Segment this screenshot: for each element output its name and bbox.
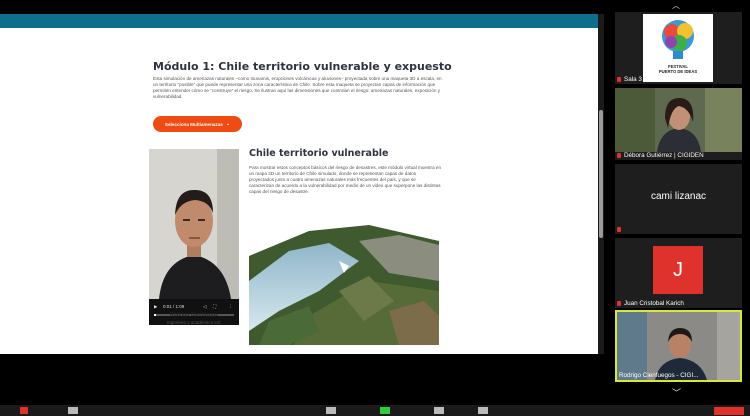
module-title: Módulo 1: Chile territorio vulnerable y … (153, 60, 452, 73)
presenter-image (149, 149, 239, 299)
video-frame (149, 149, 239, 299)
chevron-down-icon: ⌄ (225, 121, 231, 127)
scrollbar-thumb[interactable] (599, 110, 603, 238)
shared-screen: Módulo 1: Chile territorio vulnerable y … (0, 14, 598, 354)
participant-name: Sala 3 (624, 76, 642, 83)
mic-muted-icon (617, 227, 621, 232)
lightbulb-logo-icon (662, 20, 694, 59)
presenter-name: Rodrigo Cienfuegos (170, 312, 218, 318)
cta-label: Selecciona Multiamenazas (164, 121, 223, 127)
participants-icon[interactable] (326, 407, 336, 414)
mic-muted-icon (617, 301, 621, 306)
participant-tile-debora[interactable]: Débora Gutiérrez | CIGIDEN (615, 88, 742, 160)
participant-name: Rodrigo Cienfuegos - CIGI... (619, 372, 699, 379)
more-options-icon[interactable]: ⋮ (228, 304, 233, 310)
website-header-bar (0, 14, 598, 28)
section-title: Chile territorio vulnerable (249, 148, 389, 159)
share-screen-icon[interactable] (380, 407, 390, 414)
meeting-toolbar (0, 405, 750, 416)
record-icon[interactable] (434, 407, 444, 414)
volume-icon[interactable]: ◁ (203, 304, 206, 310)
participant-video (617, 312, 740, 380)
presenter-role: Ingeniero y académico UC (166, 320, 222, 325)
end-meeting-button[interactable] (714, 407, 744, 415)
mic-muted-icon (617, 77, 621, 82)
participant-video (615, 88, 742, 152)
play-icon[interactable]: ▶ (154, 304, 157, 310)
video-time: 0:01 / 1:09 (163, 304, 185, 309)
participant-name-center: cami lizanac (650, 191, 707, 202)
webpage: Módulo 1: Chile territorio vulnerable y … (0, 28, 598, 354)
multiamenazas-button[interactable]: Selecciona Multiamenazas ⌄ (153, 116, 242, 132)
participant-tile-juan[interactable]: J Juan Cristobal Karich (615, 238, 742, 308)
mic-muted-icon (617, 153, 621, 158)
participant-name: Juan Cristobal Karich (624, 300, 684, 307)
festival-logo: FESTIVAL PUERTO DE IDEAS (643, 14, 713, 82)
module-description: Esta simulación de amenazas naturales –c… (153, 76, 442, 99)
participant-tile-sala[interactable]: FESTIVAL PUERTO DE IDEAS Sala 3 (615, 12, 742, 84)
video-camera-icon[interactable] (68, 407, 78, 414)
mute-icon[interactable] (20, 407, 28, 414)
logo-text: FESTIVAL PUERTO DE IDEAS (658, 64, 698, 74)
fullscreen-icon[interactable]: ⛶ (213, 304, 216, 309)
participant-tile-cami[interactable]: cami lizanac (615, 164, 742, 234)
video-player[interactable]: ▶ 0:01 / 1:09 ◁ ⛶ ⋮ (149, 149, 239, 325)
avatar: J (653, 246, 703, 294)
section-text: Para mostrar estos conceptos básicos del… (249, 165, 442, 194)
scroll-down-chevron-icon[interactable]: ﹀ (672, 386, 681, 399)
participant-tile-rodrigo-active[interactable]: Rodrigo Cienfuegos - CIGI... (615, 310, 742, 382)
terrain-map-image (249, 221, 439, 345)
participant-name: Débora Gutiérrez | CIGIDEN (624, 152, 704, 159)
scroll-up-chevron-icon[interactable]: ︿ (672, 0, 680, 11)
reactions-icon[interactable] (478, 407, 488, 414)
